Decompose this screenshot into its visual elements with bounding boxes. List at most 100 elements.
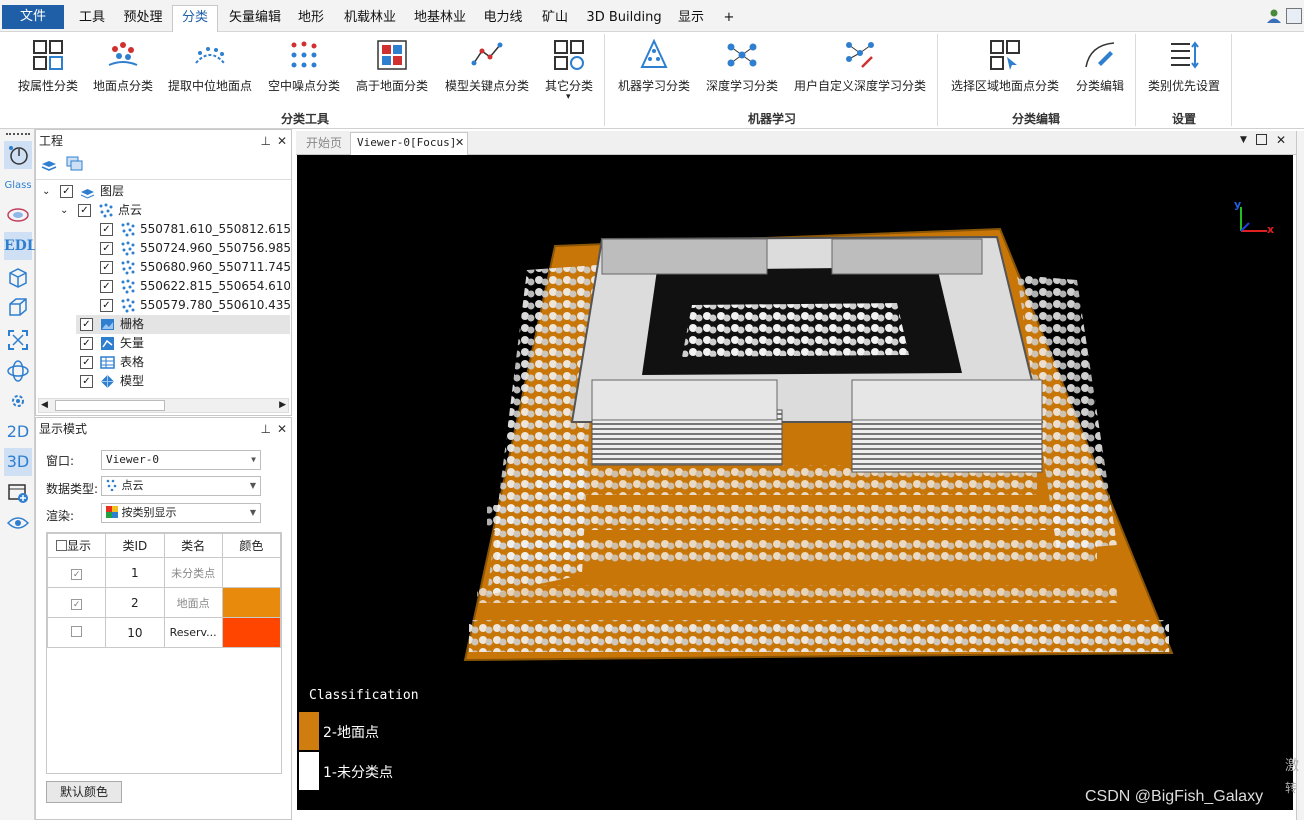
close-icon[interactable]: ✕	[1276, 133, 1286, 147]
close-icon[interactable]: ✕	[277, 131, 287, 151]
tree-node-file[interactable]: ✓ 550724.960_550756.985-tr	[98, 239, 290, 258]
above-ground-classify-button[interactable]: 高于地面分类	[350, 36, 434, 116]
user-icon[interactable]	[1266, 8, 1282, 24]
table-row[interactable]: ✓ 1 未分类点	[46, 557, 282, 588]
file-menu[interactable]: 文件	[2, 5, 64, 29]
machine-learning-classify-button[interactable]: 机器学习分类	[612, 36, 696, 116]
row-checkbox[interactable]	[46, 617, 107, 648]
pin-icon[interactable]: ⊥	[261, 131, 271, 151]
tab-preprocess[interactable]: 预处理	[122, 6, 164, 30]
tab-start-page[interactable]: 开始页	[300, 133, 348, 153]
table-row[interactable]: ✓ 2 地面点	[46, 587, 282, 618]
render-select[interactable]: 按类别显示 ▼	[101, 503, 261, 523]
tree-node-file[interactable]: ✓ 550622.815_550654.610-tr	[98, 277, 290, 296]
checkbox[interactable]: ✓	[80, 337, 93, 350]
custom-deep-learning-classify-button[interactable]: 用户自定义深度学习分类	[788, 36, 932, 116]
tab-viewer-0[interactable]: Viewer-0[Focus] ✕	[350, 132, 468, 155]
close-icon[interactable]: ✕	[277, 419, 287, 439]
window-icon[interactable]	[1286, 8, 1302, 24]
tree-node-model[interactable]: ✓ 模型	[76, 372, 276, 391]
2d-view-button[interactable]: 2D	[4, 418, 32, 446]
horizontal-scrollbar[interactable]: ◀ ▶	[38, 398, 289, 413]
extract-median-ground-button[interactable]: 提取中位地面点	[162, 36, 258, 116]
edl-button[interactable]: EDL	[4, 232, 37, 260]
checkbox[interactable]: ✓	[60, 185, 73, 198]
3d-view-button[interactable]: 3D	[4, 448, 32, 476]
tab-ground-forestry[interactable]: 地基林业	[413, 6, 467, 30]
row-checkbox[interactable]: ✓	[46, 587, 107, 618]
tab-vector-edit[interactable]: 矢量编辑	[228, 6, 282, 30]
tab-powerline[interactable]: 电力线	[482, 6, 524, 30]
color-swatch[interactable]	[221, 587, 282, 618]
tab-3d-building[interactable]: 3D Building	[586, 6, 662, 30]
add-tab-button[interactable]: +	[722, 6, 736, 30]
tree-node-file[interactable]: ✓ 550781.610_550812.615-tr	[98, 220, 290, 239]
glass-icon[interactable]	[4, 201, 32, 229]
checkbox[interactable]: ✓	[78, 204, 91, 217]
region-ground-classify-button[interactable]: 选择区域地面点分类	[944, 36, 1066, 116]
tree-node-file[interactable]: ✓ 550579.780_550610.435-tr	[98, 296, 290, 315]
datatype-select[interactable]: 点云 ▼	[101, 476, 261, 496]
orbit-icon[interactable]	[4, 357, 32, 385]
copy-layers-icon[interactable]	[66, 156, 84, 172]
settings-gear-icon[interactable]	[4, 387, 32, 415]
checkbox[interactable]: ✓	[80, 318, 93, 331]
column-header-show[interactable]: 显示	[46, 533, 107, 558]
color-swatch[interactable]	[221, 617, 282, 648]
other-classify-button[interactable]: 其它分类 ▾	[540, 36, 598, 120]
add-window-icon[interactable]	[4, 479, 32, 507]
checkbox[interactable]: ✓	[80, 375, 93, 388]
tab-classification[interactable]: 分类	[174, 6, 216, 30]
ground-point-classify-button[interactable]: 地面点分类	[88, 36, 158, 116]
default-color-button[interactable]: 默认颜色	[46, 781, 122, 803]
close-icon[interactable]: ✕	[455, 136, 464, 149]
checkbox[interactable]: ✓	[100, 242, 113, 255]
tree-node-vector[interactable]: ✓ 矢量	[76, 334, 276, 353]
tree-node-file[interactable]: ✓ 550680.960_550711.745-tr	[98, 258, 290, 277]
window-select[interactable]: Viewer-0 ▼	[101, 450, 261, 470]
table-row[interactable]: 10 Reserv...	[46, 617, 282, 648]
checkbox[interactable]: ✓	[100, 261, 113, 274]
checkbox[interactable]: ✓	[100, 299, 113, 312]
model-keypoint-classify-button[interactable]: 模型关键点分类	[438, 36, 536, 116]
classification-edit-button[interactable]: 分类编辑	[1070, 36, 1130, 116]
tree-node-raster[interactable]: ✓ 栅格	[76, 315, 290, 334]
layer-stack-icon[interactable]	[41, 156, 57, 172]
select-all-checkbox[interactable]	[56, 540, 67, 551]
tree-node-layers[interactable]: ⌄ ✓ 图层	[40, 182, 290, 201]
glass-label[interactable]: Glass	[4, 180, 32, 191]
scroll-right-icon[interactable]: ▶	[279, 399, 286, 412]
tab-airborne-forestry[interactable]: 机载林业	[343, 6, 397, 30]
zoom-extent-icon[interactable]	[4, 326, 32, 354]
box-icon[interactable]	[4, 293, 32, 321]
classify-by-attribute-button[interactable]: 按属性分类	[10, 36, 86, 116]
point-size-icon[interactable]	[4, 141, 32, 169]
tab-terrain[interactable]: 地形	[296, 6, 326, 30]
scrollbar-thumb[interactable]	[55, 400, 165, 411]
tab-mining[interactable]: 矿山	[540, 6, 570, 30]
tab-display[interactable]: 显示	[676, 6, 706, 30]
pin-icon[interactable]: ⊥	[261, 419, 271, 439]
3d-viewport[interactable]: y x Classification 2-地面点 1-未分类点 CSDN @Bi…	[297, 155, 1293, 810]
tab-tools[interactable]: 工具	[78, 6, 106, 30]
checkbox[interactable]: ✓	[80, 356, 93, 369]
deep-learning-classify-button[interactable]: 深度学习分类	[700, 36, 784, 116]
restore-window-icon[interactable]	[1256, 134, 1267, 145]
tree-node-pointcloud[interactable]: ⌄ ✓ 点云	[58, 201, 288, 220]
checkbox[interactable]: ✓	[100, 223, 113, 236]
column-header-id[interactable]: 类ID	[105, 533, 165, 558]
class-priority-settings-button[interactable]: 类别优先设置	[1142, 36, 1226, 116]
collapse-arrow-icon[interactable]: ⌄	[42, 182, 50, 201]
cube-icon[interactable]	[4, 263, 32, 291]
column-header-name[interactable]: 类名	[163, 533, 223, 558]
color-swatch[interactable]	[221, 557, 282, 588]
row-checkbox[interactable]: ✓	[46, 557, 107, 588]
air-noise-classify-button[interactable]: 空中噪点分类	[262, 36, 346, 116]
checkbox[interactable]: ✓	[100, 280, 113, 293]
tab-dropdown-icon[interactable]: ▼	[1240, 135, 1247, 145]
tree-node-table[interactable]: ✓ 表格	[76, 353, 276, 372]
column-header-color[interactable]: 颜色	[221, 533, 282, 558]
collapse-arrow-icon[interactable]: ⌄	[60, 201, 68, 220]
eye-view-icon[interactable]	[4, 509, 32, 537]
scroll-left-icon[interactable]: ◀	[41, 399, 48, 412]
